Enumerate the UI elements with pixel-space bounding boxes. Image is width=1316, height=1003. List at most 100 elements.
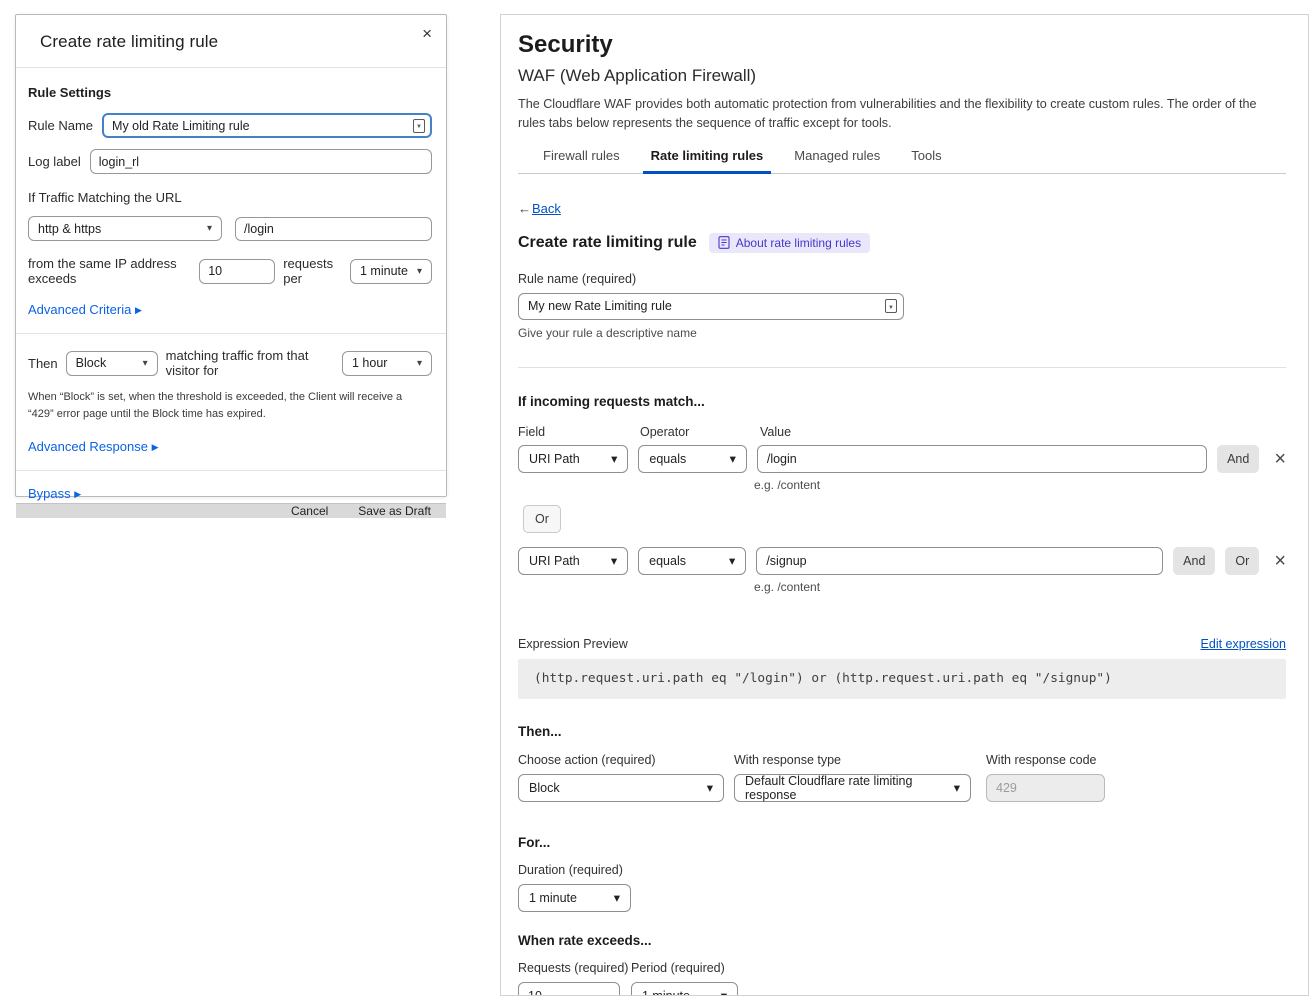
dialog-title: Create rate limiting rule [40,32,430,52]
requests-input[interactable] [518,982,620,996]
chevron-down-icon: ▾ [954,780,960,795]
choose-action-label: Choose action (required) [518,753,734,767]
tab-managed-rules[interactable]: Managed rules [794,148,880,173]
or-button[interactable]: Or [1225,547,1259,575]
response-type-label: With response type [734,753,986,767]
action-dropdown[interactable]: Block ▾ [66,351,158,376]
match-row: URI Path ▾ equals ▾ And × [518,445,1286,473]
save-as-draft-button[interactable]: Save as Draft [358,504,431,518]
match-row: URI Path ▾ equals ▾ And Or × [518,547,1286,575]
response-code-label: With response code [986,753,1105,767]
rule-name-label: Rule name (required) [518,272,1286,286]
response-type-dropdown[interactable]: Default Cloudflare rate limiting respons… [734,774,971,802]
disclosure-triangle-icon: ▶ [135,305,142,315]
period-label: Period (required) [631,961,725,975]
edit-expression-link[interactable]: Edit expression [1201,637,1286,651]
autofill-icon[interactable]: ▼ [885,299,897,313]
chevron-down-icon: ▾ [721,988,727,996]
operator-column-label: Operator [640,425,760,439]
rule-name-helper: Give your rule a descriptive name [518,326,1286,340]
autofill-icon[interactable]: ▼ [413,119,425,133]
chevron-down-icon: ▾ [417,266,422,277]
rate-exceeds-heading: When rate exceeds... [518,933,1286,948]
chevron-down-icon: ▾ [730,451,736,466]
matching-traffic-label: matching traffic from that visitor for [166,348,334,378]
period-dropdown[interactable]: 1 minute ▾ [631,982,738,996]
traffic-matching-label: If Traffic Matching the URL [28,190,432,205]
operator-dropdown[interactable]: equals ▾ [638,547,746,575]
rule-name-label: Rule Name [28,118,93,133]
log-label-input[interactable] [90,149,432,174]
divider [16,333,446,334]
block-note: When “Block” is set, when the threshold … [28,389,418,423]
log-label-label: Log label [28,154,81,169]
incoming-requests-heading: If incoming requests match... [518,394,1286,409]
and-button[interactable]: And [1173,547,1215,575]
requests-label: Requests (required) [518,961,631,975]
tab-firewall-rules[interactable]: Firewall rules [543,148,620,173]
for-heading: For... [518,835,1286,850]
field-dropdown[interactable]: URI Path ▾ [518,445,628,473]
threshold-input[interactable] [199,259,275,284]
operator-dropdown[interactable]: equals ▾ [638,445,746,473]
advanced-criteria-link[interactable]: Advanced Criteria ▶ [28,302,142,317]
waf-tabs: Firewall rules Rate limiting rules Manag… [543,148,1286,173]
back-link[interactable]: ←Back [518,201,561,216]
document-icon [718,236,730,249]
action-dropdown[interactable]: Block ▾ [518,774,724,802]
remove-row-icon[interactable]: × [1274,449,1286,469]
dialog-header: Create rate limiting rule × [16,15,446,68]
waf-panel: Security WAF (Web Application Firewall) … [500,14,1309,996]
scheme-dropdown[interactable]: http & https ▾ [28,216,222,241]
advanced-response-link[interactable]: Advanced Response ▶ [28,439,159,454]
create-rule-heading: Create rate limiting rule [518,234,697,252]
requests-per-label: requests per [283,256,342,286]
rule-name-input[interactable] [518,293,904,320]
section-divider [518,367,1286,368]
chevron-down-icon: ▾ [417,358,422,369]
back-arrow-icon: ← [518,201,531,216]
chevron-down-icon: ▾ [707,780,713,795]
remove-row-icon[interactable]: × [1274,551,1286,571]
chevron-down-icon: ▾ [611,451,617,466]
tab-rate-limiting-rules[interactable]: Rate limiting rules [651,148,764,173]
value-helper: e.g. /content [754,580,1286,594]
value-input[interactable] [757,445,1207,473]
chevron-down-icon: ▾ [143,358,148,369]
about-rate-limiting-badge[interactable]: About rate limiting rules [709,233,870,253]
page-title: Security [518,31,1286,59]
close-icon[interactable]: × [422,25,432,42]
bypass-link[interactable]: Bypass ▶ [28,486,81,501]
and-button[interactable]: And [1217,445,1259,473]
field-dropdown[interactable]: URI Path ▾ [518,547,628,575]
expression-preview-label: Expression Preview [518,637,628,651]
or-connector-button[interactable]: Or [523,505,561,533]
period-dropdown[interactable]: 1 minute ▾ [350,259,432,284]
page: Create rate limiting rule × Rule Setting… [0,0,1316,1003]
rule-name-input[interactable] [102,113,432,138]
cancel-button[interactable]: Cancel [291,504,328,518]
threshold-prefix-label: from the same IP address exceeds [28,256,191,286]
divider [16,470,446,471]
chevron-down-icon: ▾ [207,223,212,234]
dialog-body: Rule Settings Rule Name ▼ Log label If T… [16,68,446,503]
disclosure-triangle-icon: ▶ [74,489,81,499]
waf-subtitle: WAF (Web Application Firewall) [518,66,1286,86]
tab-tools[interactable]: Tools [911,148,941,173]
response-code-input [986,774,1105,802]
duration-dropdown[interactable]: 1 minute ▾ [518,884,631,912]
duration-label: Duration (required) [518,863,1286,877]
url-input[interactable] [235,217,432,241]
dialog-footer: Cancel Save as Draft [16,503,446,518]
value-column-label: Value [760,425,791,439]
chevron-down-icon: ▾ [729,553,735,568]
old-rate-limit-dialog: Create rate limiting rule × Rule Setting… [15,14,447,497]
expression-preview-code: (http.request.uri.path eq "/login") or (… [518,659,1286,699]
chevron-down-icon: ▾ [611,553,617,568]
value-helper: e.g. /content [754,478,1286,492]
rule-settings-heading: Rule Settings [28,85,432,100]
field-column-label: Field [518,425,640,439]
ban-duration-dropdown[interactable]: 1 hour ▾ [342,351,432,376]
then-label: Then [28,356,58,371]
value-input[interactable] [756,547,1163,575]
